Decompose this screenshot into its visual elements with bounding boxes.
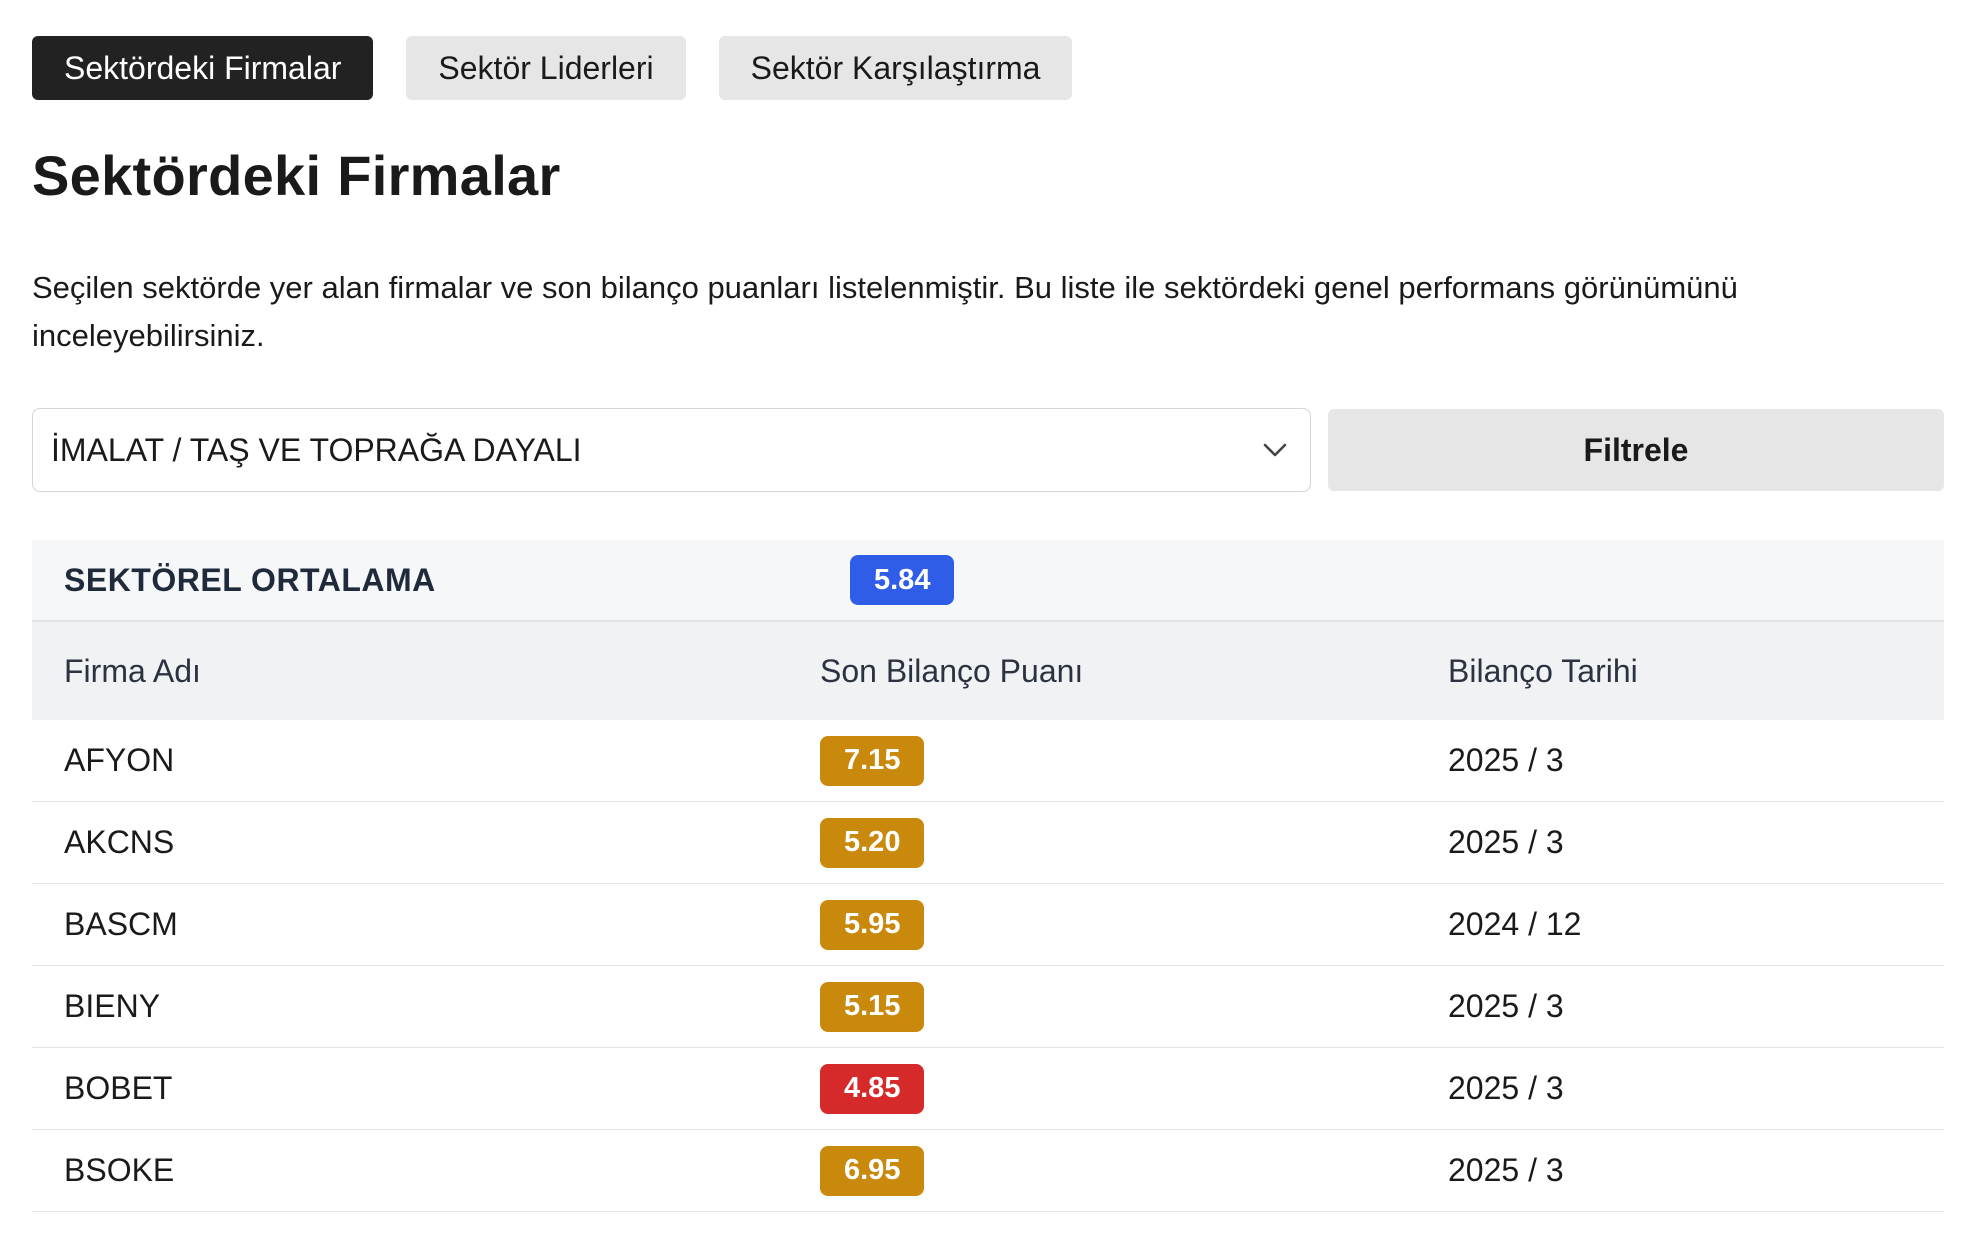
sector-average-row: SEKTÖREL ORTALAMA 5.84 (32, 540, 1944, 622)
balance-date: 2025 / 3 (1448, 824, 1564, 860)
score-badge: 4.85 (820, 1063, 925, 1114)
score-badge: 5.20 (820, 817, 925, 868)
score-badge: 5.95 (820, 899, 925, 950)
score-cell: 5.15 (820, 981, 1448, 1032)
balance-date: 2025 / 3 (1448, 988, 1564, 1024)
sector-select[interactable]: İMALAT / TAŞ VE TOPRAĞA DAYALI (32, 408, 1311, 492)
company-name: BOBET (64, 1070, 173, 1106)
tab-sektor-karsilastirma[interactable]: Sektör Karşılaştırma (718, 36, 1073, 100)
balance-date: 2025 / 3 (1448, 742, 1564, 778)
page-description: Seçilen sektörde yer alan firmalar ve so… (32, 270, 1738, 353)
score-cell: 4.85 (820, 1063, 1448, 1114)
table-row[interactable]: BIENY 5.15 2025 / 3 (32, 966, 1944, 1048)
table-row[interactable]: BSOKE 6.95 2025 / 3 (32, 1130, 1944, 1212)
balance-date: 2025 / 3 (1448, 1152, 1564, 1188)
column-header-firma: Firma Adı (64, 652, 201, 689)
page-title: Sektördeki Firmalar (32, 144, 561, 207)
score-badge: 6.95 (820, 1145, 925, 1196)
company-name: BASCM (64, 906, 178, 942)
table-row[interactable]: BOBET 4.85 2025 / 3 (32, 1048, 1944, 1130)
page: Sektördeki Firmalar Sektör Liderleri Sek… (0, 0, 1976, 1244)
column-header-tarih: Bilanço Tarihi (1448, 652, 1638, 689)
tab-bar: Sektördeki Firmalar Sektör Liderleri Sek… (32, 36, 1944, 100)
tab-sektordeki-firmalar[interactable]: Sektördeki Firmalar (32, 36, 374, 100)
filter-button[interactable]: Filtrele (1327, 409, 1944, 491)
score-cell: 6.95 (820, 1145, 1448, 1196)
balance-date: 2025 / 3 (1448, 1070, 1564, 1106)
score-cell: 7.15 (820, 735, 1448, 786)
companies-table: SEKTÖREL ORTALAMA 5.84 Firma Adı Son Bil… (32, 540, 1944, 1212)
column-header-puan: Son Bilanço Puanı (820, 652, 1084, 689)
score-cell: 5.20 (820, 817, 1448, 868)
balance-date: 2024 / 12 (1448, 906, 1582, 942)
sector-select-value: İMALAT / TAŞ VE TOPRAĞA DAYALI (51, 431, 582, 468)
company-name: AKCNS (64, 824, 175, 860)
chevron-down-icon (1260, 435, 1290, 465)
table-row[interactable]: BASCM 5.95 2024 / 12 (32, 884, 1944, 966)
table-row[interactable]: AKCNS 5.20 2025 / 3 (32, 802, 1944, 884)
filter-row: İMALAT / TAŞ VE TOPRAĞA DAYALI Filtrele (32, 408, 1944, 492)
table-row[interactable]: AFYON 7.15 2025 / 3 (32, 720, 1944, 802)
tab-sektor-liderleri[interactable]: Sektör Liderleri (406, 36, 686, 100)
table-header: Firma Adı Son Bilanço Puanı Bilanço Tari… (32, 622, 1944, 720)
score-badge: 5.15 (820, 981, 925, 1032)
sector-average-label: SEKTÖREL ORTALAMA (64, 561, 436, 598)
company-name: BIENY (64, 988, 161, 1024)
company-name: BSOKE (64, 1152, 175, 1188)
sector-average-badge: 5.84 (850, 555, 955, 605)
score-badge: 7.15 (820, 735, 925, 786)
company-name: AFYON (64, 742, 175, 778)
table-body: AFYON 7.15 2025 / 3 AKCNS 5.20 2025 / 3 BASCM 5… (32, 720, 1944, 1212)
score-cell: 5.95 (820, 899, 1448, 950)
